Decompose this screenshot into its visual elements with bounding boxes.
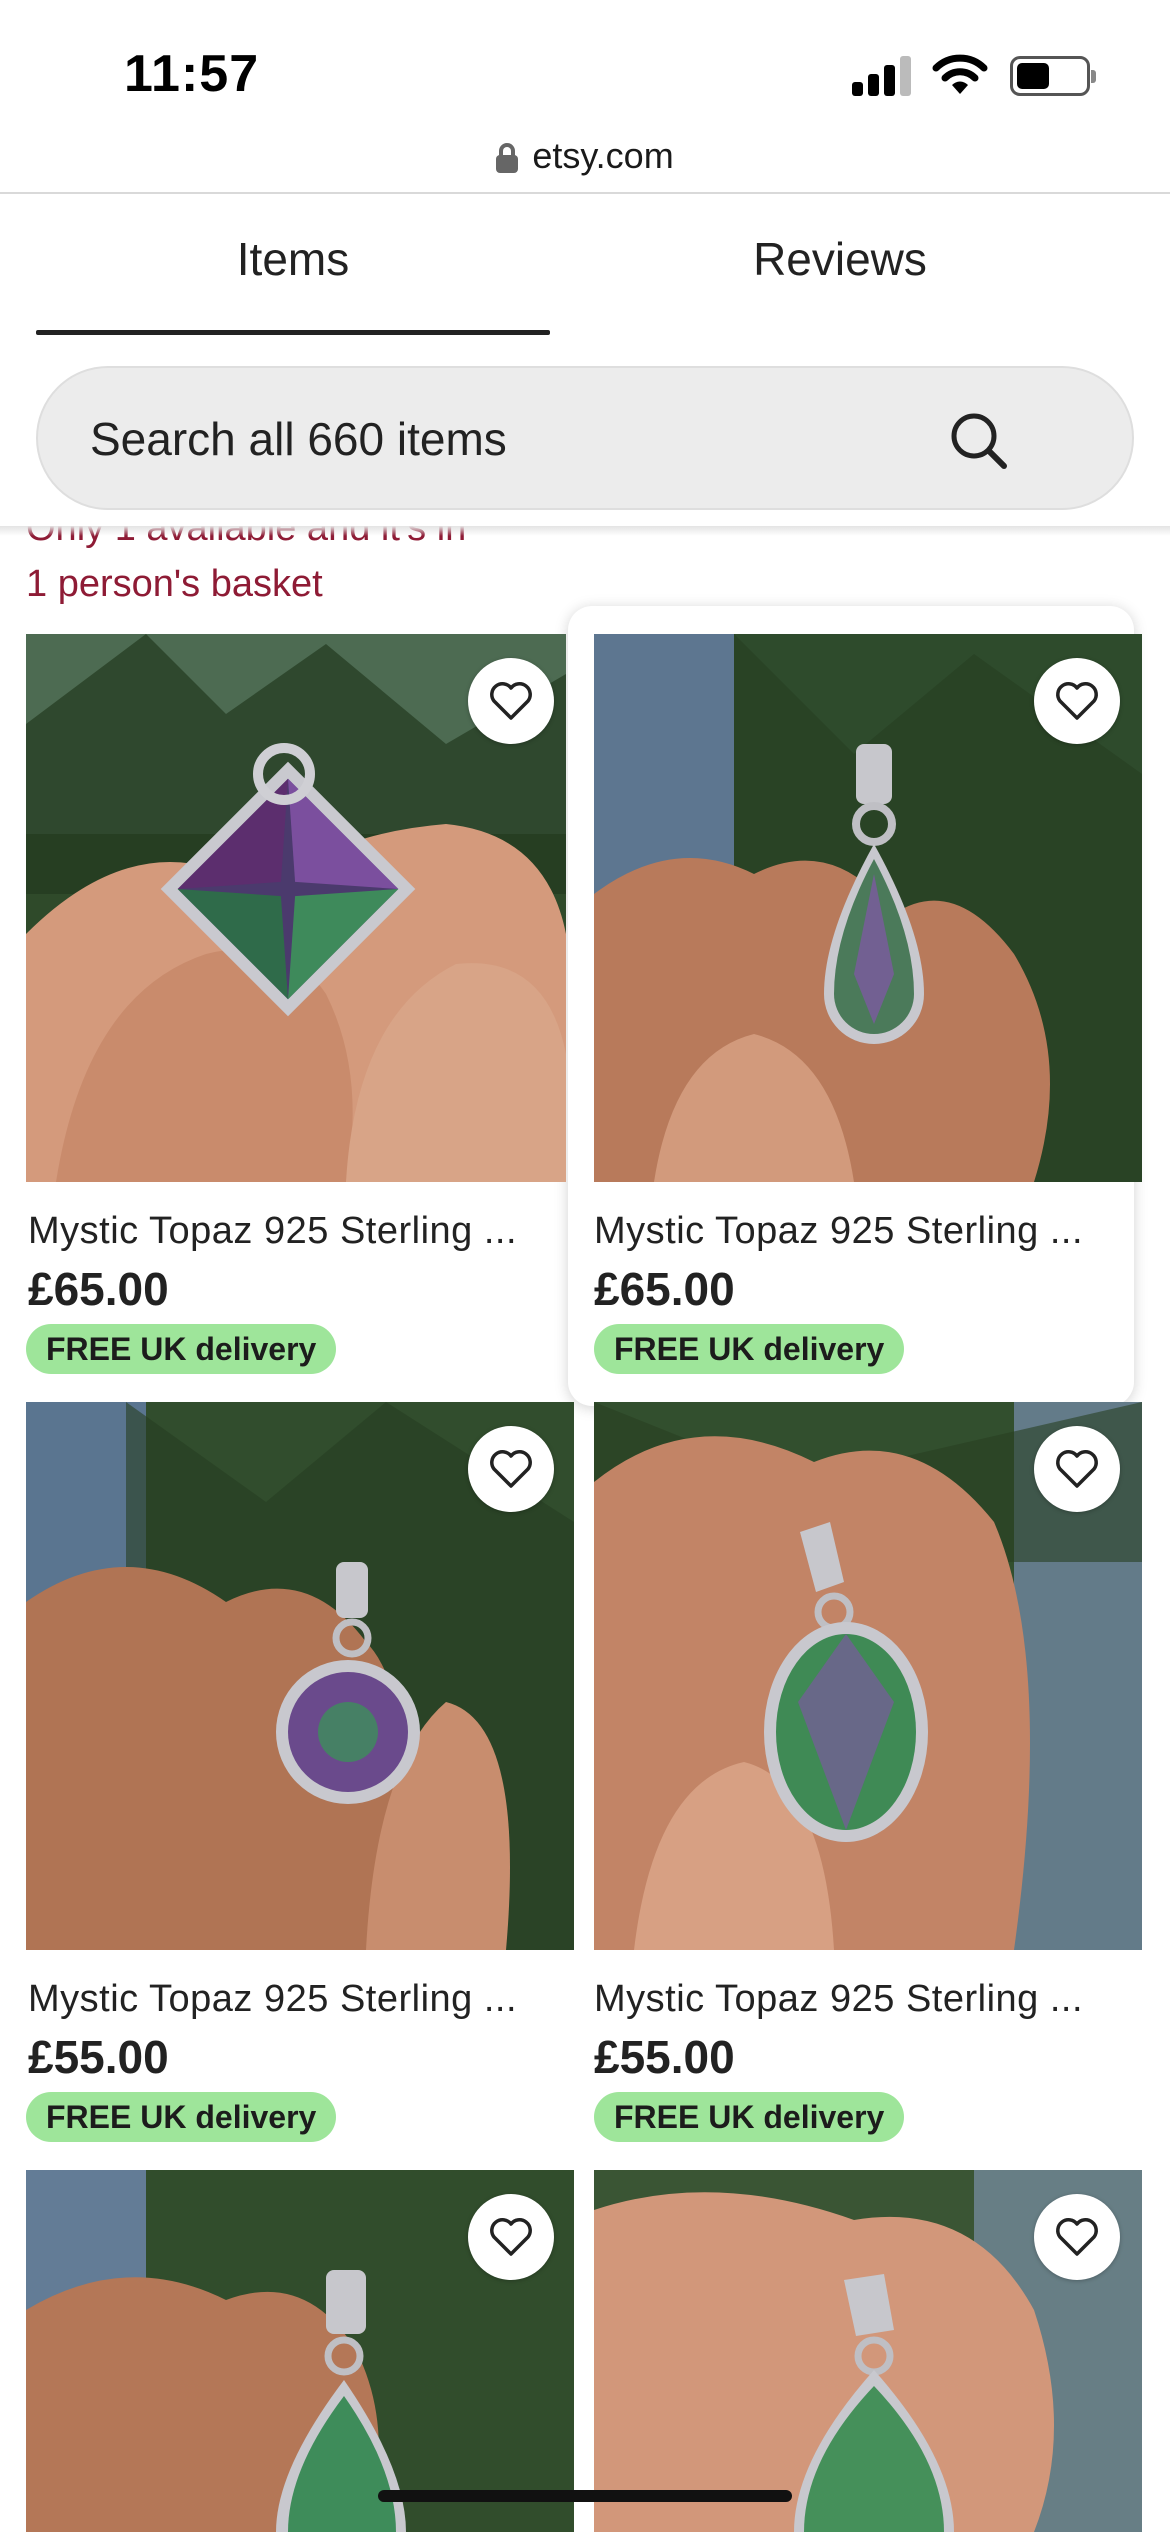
tab-bar: Items Reviews xyxy=(0,194,1170,344)
product-title-4[interactable]: Mystic Topaz 925 Sterling ... xyxy=(594,1978,1134,2021)
product-price-1: £65.00 xyxy=(28,1263,169,1315)
heart-outline-icon xyxy=(1056,682,1098,720)
active-tab-indicator xyxy=(36,330,550,335)
url-text: etsy.com xyxy=(532,135,674,176)
signal-icon xyxy=(852,56,914,96)
delivery-badge-4: FREE UK delivery xyxy=(594,2092,905,2142)
wifi-icon xyxy=(932,54,988,94)
url-bar[interactable]: etsy.com xyxy=(0,120,1170,192)
favorite-button-5[interactable] xyxy=(468,2194,554,2280)
product-price-4: £55.00 xyxy=(594,2031,735,2083)
favorite-button-3[interactable] xyxy=(468,1426,554,1512)
tab-reviews[interactable]: Reviews xyxy=(600,232,1080,286)
status-time: 11:57 xyxy=(124,45,260,103)
product-price-3: £55.00 xyxy=(28,2031,169,2083)
product-title-3[interactable]: Mystic Topaz 925 Sterling ... xyxy=(28,1978,562,2021)
search-input[interactable] xyxy=(90,412,890,466)
status-bar: 11:57 xyxy=(0,0,1170,120)
favorite-button-2[interactable] xyxy=(1034,658,1120,744)
delivery-badge-3: FREE UK delivery xyxy=(26,2092,337,2142)
heart-outline-icon xyxy=(490,2218,532,2256)
product-title-2[interactable]: Mystic Topaz 925 Sterling ... xyxy=(594,1210,1134,1253)
search-bar xyxy=(36,366,1134,510)
heart-outline-icon xyxy=(490,682,532,720)
favorite-button-4[interactable] xyxy=(1034,1426,1120,1512)
lock-icon xyxy=(496,143,519,173)
favorite-button-6[interactable] xyxy=(1034,2194,1120,2280)
heart-outline-icon xyxy=(1056,1450,1098,1488)
product-title-1[interactable]: Mystic Topaz 925 Sterling ... xyxy=(28,1210,562,1253)
delivery-badge-2: FREE UK delivery xyxy=(594,1324,905,1374)
scarcity-line-2: 1 person's basket xyxy=(26,563,323,605)
header-shadow xyxy=(0,526,1170,536)
search-icon[interactable] xyxy=(944,406,1014,476)
product-price-2: £65.00 xyxy=(594,1263,735,1315)
delivery-badge-1: FREE UK delivery xyxy=(26,1324,337,1374)
favorite-button-1[interactable] xyxy=(468,658,554,744)
home-indicator[interactable] xyxy=(378,2490,792,2502)
heart-outline-icon xyxy=(490,1450,532,1488)
tab-items[interactable]: Items xyxy=(36,232,550,286)
battery-icon xyxy=(1010,56,1096,96)
heart-outline-icon xyxy=(1056,2218,1098,2256)
